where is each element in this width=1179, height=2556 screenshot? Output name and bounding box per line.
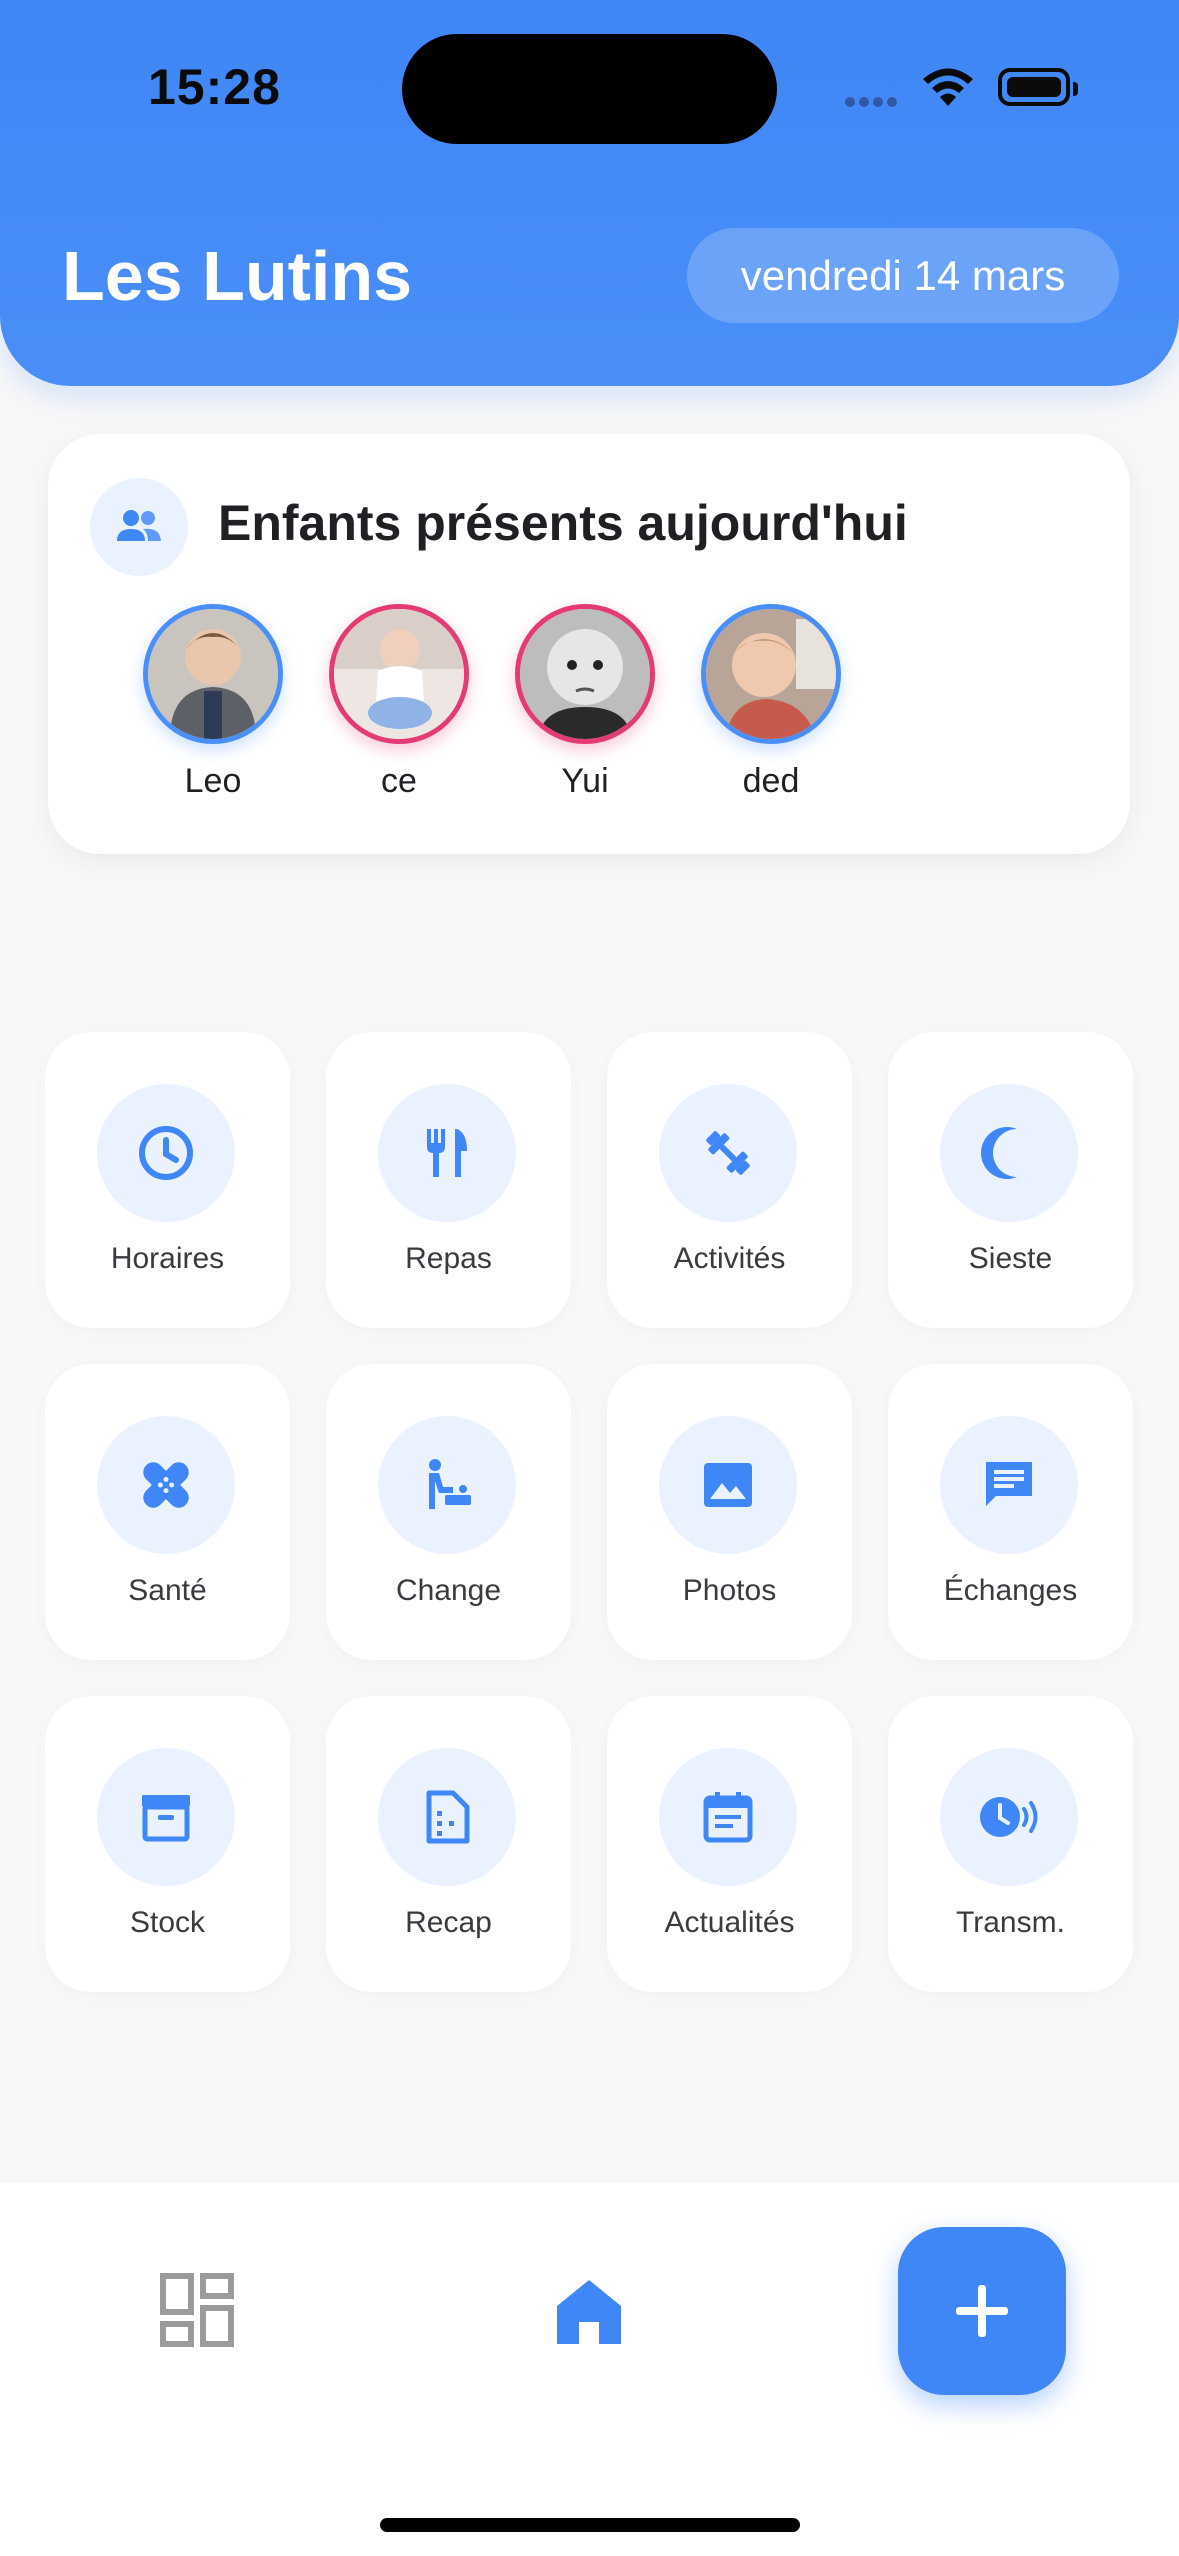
tile-label: Échanges <box>943 1574 1078 1607</box>
tile-repas[interactable]: Repas <box>326 1032 571 1328</box>
tile-label: Photos <box>682 1574 777 1607</box>
dynamic-island <box>402 34 777 144</box>
child-name: ce <box>381 762 417 800</box>
tile-label: Recap <box>405 1906 492 1939</box>
tile-recap[interactable]: Recap <box>326 1696 571 1992</box>
children-present-card: Enfants présents aujourd'hui Leo ce Yui … <box>48 434 1130 854</box>
avatar[interactable] <box>515 604 655 744</box>
tile-sieste[interactable]: Sieste <box>888 1032 1133 1328</box>
moon-icon <box>940 1084 1078 1222</box>
tile-label: Change <box>395 1574 502 1607</box>
child-avatar-item[interactable]: ce <box>324 604 474 801</box>
tile-label: Horaires <box>110 1242 225 1275</box>
tile-label: Transm. <box>956 1906 1065 1939</box>
tile-label: Sieste <box>968 1242 1053 1275</box>
tile-photos[interactable]: Photos <box>607 1364 852 1660</box>
baby-changing-icon <box>378 1416 516 1554</box>
tile-actualites[interactable]: Actualités <box>607 1696 852 1992</box>
page-title: Les Lutins <box>62 237 413 315</box>
card-title: Enfants présents aujourd'hui <box>218 495 908 551</box>
home-indicator[interactable] <box>380 2518 800 2532</box>
tile-transm[interactable]: Transm. <box>888 1696 1133 1992</box>
battery-icon <box>998 68 1078 106</box>
dashboard-icon[interactable] <box>160 2273 234 2352</box>
utensils-icon <box>378 1084 516 1222</box>
clock-icon <box>97 1084 235 1222</box>
plus-icon <box>956 2285 1008 2337</box>
tile-label: Activités <box>673 1242 786 1275</box>
tile-change[interactable]: Change <box>326 1364 571 1660</box>
tile-horaires[interactable]: Horaires <box>45 1032 290 1328</box>
cellular-signal-icon <box>845 94 901 112</box>
app-header: 15:28 Les Lutins vendredi 14 mars <box>0 0 1179 386</box>
child-avatar-item[interactable]: ded <box>696 604 846 801</box>
calendar-icon <box>659 1748 797 1886</box>
tile-echanges[interactable]: Échanges <box>888 1364 1133 1660</box>
child-avatar-item[interactable]: Yui <box>510 604 660 801</box>
child-name: Leo <box>184 762 242 800</box>
bandage-icon <box>97 1416 235 1554</box>
group-icon <box>90 478 188 576</box>
child-avatar-item[interactable]: Leo <box>138 604 288 801</box>
add-button[interactable] <box>898 2227 1066 2395</box>
image-icon <box>659 1416 797 1554</box>
tile-label: Stock <box>129 1906 206 1939</box>
tile-label: Santé <box>128 1574 207 1607</box>
avatar[interactable] <box>701 604 841 744</box>
tile-label: Repas <box>405 1242 492 1275</box>
tile-activites[interactable]: Activités <box>607 1032 852 1328</box>
document-icon <box>378 1748 516 1886</box>
tile-sante[interactable]: Santé <box>45 1364 290 1660</box>
avatar[interactable] <box>329 604 469 744</box>
chat-icon <box>940 1416 1078 1554</box>
avatar[interactable] <box>143 604 283 744</box>
dumbbell-icon <box>659 1084 797 1222</box>
archive-box-icon <box>97 1748 235 1886</box>
time-audio-icon <box>940 1748 1078 1886</box>
home-icon[interactable] <box>553 2276 625 2353</box>
date-badge[interactable]: vendredi 14 mars <box>687 228 1119 323</box>
wifi-icon <box>920 66 976 115</box>
tile-stock[interactable]: Stock <box>45 1696 290 1992</box>
child-name: Yui <box>561 762 609 800</box>
tile-label: Actualités <box>664 1906 795 1939</box>
status-bar-time: 15:28 <box>148 59 281 115</box>
child-name: ded <box>742 762 800 800</box>
